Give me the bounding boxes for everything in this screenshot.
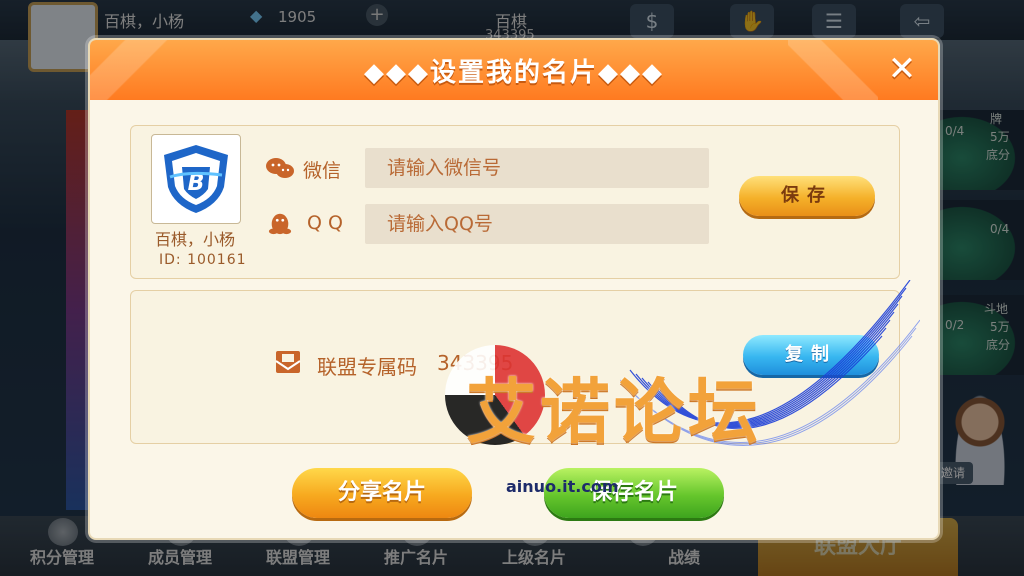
watermark-logo-circle: [445, 345, 545, 445]
wechat-label: 微信: [303, 160, 342, 182]
share-card-button[interactable]: 分享名片: [292, 468, 472, 518]
dialog-header: ◆◆◆设置我的名片◆◆◆ ✕: [90, 40, 938, 100]
envelope-icon: [275, 351, 301, 373]
card-player-id: ID: 100161: [159, 252, 247, 268]
wechat-icon: [266, 158, 294, 178]
save-card-button[interactable]: 保存名片: [544, 468, 724, 518]
qq-penguin-icon: [268, 213, 292, 235]
card-player-name: 百棋，小杨: [154, 230, 235, 249]
card-avatar: B: [151, 134, 241, 224]
qq-label: Q Q: [307, 212, 343, 234]
alliance-code-label: 联盟专属码: [317, 355, 417, 379]
set-my-card-dialog: ◆◆◆设置我的名片◆◆◆ ✕ B 百棋，小杨 ID: 100161 微信 请输入…: [88, 38, 940, 540]
close-icon[interactable]: ✕: [884, 52, 920, 88]
wechat-input[interactable]: [365, 148, 709, 188]
card-info-panel: B 百棋，小杨 ID: 100161 微信 Q Q 保存: [130, 125, 900, 279]
dialog-title: ◆◆◆设置我的名片◆◆◆: [364, 58, 664, 88]
copy-button[interactable]: 复制: [743, 335, 879, 375]
save-button[interactable]: 保存: [739, 176, 875, 216]
qq-input[interactable]: [365, 204, 709, 244]
shield-logo-icon: B: [164, 145, 228, 213]
